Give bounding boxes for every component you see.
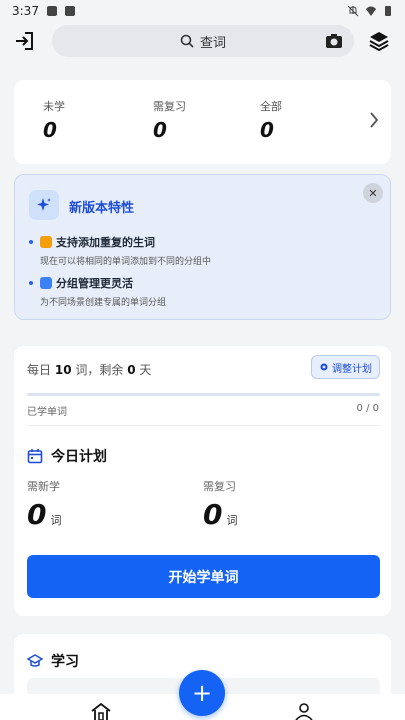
- review-words-value: 0: [203, 498, 223, 531]
- review-words-stat: 需复习 0 词: [203, 478, 237, 531]
- feature-item-title: 支持添加重复的生词: [56, 236, 155, 249]
- wifi-icon: [366, 6, 376, 16]
- plus-icon: +: [191, 679, 213, 707]
- daily-suffix: 天: [139, 363, 152, 377]
- stats-card[interactable]: 未学 0 需复习 0 全部 0: [14, 80, 391, 164]
- layers-button[interactable]: [366, 28, 392, 54]
- days-left: 0: [127, 363, 136, 377]
- bullet-icon: [29, 240, 33, 244]
- stat-label: 全部: [260, 100, 282, 113]
- plan-card: 每日 10 词，剩余 0 天 调整计划 已学单词 0 / 0 今日计划 需新学 …: [14, 346, 391, 616]
- top-bar: 查词: [0, 22, 405, 62]
- divider: [27, 425, 380, 426]
- login-icon: [16, 32, 33, 50]
- feature-item: 支持添加重复的生词 现在可以将相同的单词添加到不同的分组中: [29, 234, 211, 267]
- close-button[interactable]: ✕: [363, 183, 383, 203]
- party-popper-icon: [40, 236, 52, 248]
- nav-home[interactable]: [90, 702, 112, 720]
- search-bar[interactable]: 查词: [52, 25, 354, 57]
- new-words-value: 0: [27, 498, 47, 531]
- stat-label: 未学: [43, 100, 65, 113]
- stat-label: 需复习: [153, 100, 186, 113]
- review-words-label: 需复习: [203, 480, 236, 493]
- stat-review: 需复习 0: [153, 98, 186, 142]
- add-word-button[interactable]: +: [179, 670, 225, 716]
- new-words-label: 需新学: [27, 480, 60, 493]
- stat-all: 全部 0: [260, 98, 282, 142]
- stat-value: 0: [260, 118, 274, 142]
- new-features-card: 新版本特性 ✕ 支持添加重复的生词 现在可以将相同的单词添加到不同的分组中 分组…: [14, 174, 391, 320]
- status-bar: 3:37: [0, 0, 405, 22]
- login-button[interactable]: [12, 28, 38, 54]
- status-time: 3:37: [12, 4, 39, 18]
- books-icon: [40, 277, 52, 289]
- mute-icon: [347, 5, 359, 17]
- search-icon: [180, 34, 194, 48]
- learned-label: 已学单词: [27, 407, 67, 418]
- notification-icon: [46, 6, 57, 16]
- stat-unlearned: 未学 0: [43, 98, 65, 142]
- sparkle-icon: [37, 198, 51, 211]
- stat-value: 0: [43, 118, 57, 142]
- adjust-plan-button[interactable]: 调整计划: [311, 355, 380, 379]
- word-unit: 词: [226, 514, 238, 527]
- feature-icon-box: [29, 190, 59, 220]
- word-unit: 词: [50, 514, 62, 527]
- daily-count: 10: [54, 363, 72, 377]
- app-notification-icon: [64, 6, 75, 16]
- feature-item-title: 分组管理更灵活: [56, 277, 133, 290]
- learned-value: 0 / 0: [356, 403, 379, 414]
- daily-prefix: 每日: [27, 363, 52, 377]
- learn-header: 学习: [27, 651, 79, 671]
- battery-icon: [385, 6, 391, 16]
- camera-icon: [326, 34, 342, 48]
- feature-item-desc: 为不同场景创建专属的单词分组: [40, 298, 167, 308]
- new-words-stat: 需新学 0 词: [27, 478, 61, 531]
- gear-icon: [320, 363, 328, 371]
- bullet-icon: [29, 281, 33, 285]
- feature-title: 新版本特性: [69, 201, 135, 216]
- start-learning-button[interactable]: 开始学单词: [27, 555, 380, 598]
- home-icon: [91, 702, 111, 720]
- feature-item-desc: 现在可以将相同的单词添加到不同的分组中: [40, 257, 212, 267]
- search-placeholder: 查词: [199, 35, 226, 51]
- learn-title: 学习: [51, 654, 79, 670]
- stat-value: 0: [153, 118, 167, 142]
- close-icon: ✕: [368, 186, 378, 200]
- layers-icon: [369, 32, 389, 52]
- progress-bar: [27, 393, 380, 396]
- daily-mid: 词，剩余: [75, 363, 124, 377]
- profile-icon: [295, 703, 313, 720]
- today-plan-title: 今日计划: [51, 449, 107, 465]
- today-plan-header: 今日计划: [27, 446, 107, 466]
- feature-item: 分组管理更灵活 为不同场景创建专属的单词分组: [29, 275, 166, 308]
- graduation-cap-icon: [27, 654, 43, 667]
- nav-profile[interactable]: [293, 702, 315, 720]
- chevron-right-icon: [370, 112, 379, 128]
- camera-button[interactable]: [324, 31, 344, 51]
- daily-goal-text: 每日 10 词，剩余 0 天: [27, 361, 151, 378]
- adjust-plan-label: 调整计划: [332, 363, 372, 375]
- calendar-icon: [27, 449, 43, 464]
